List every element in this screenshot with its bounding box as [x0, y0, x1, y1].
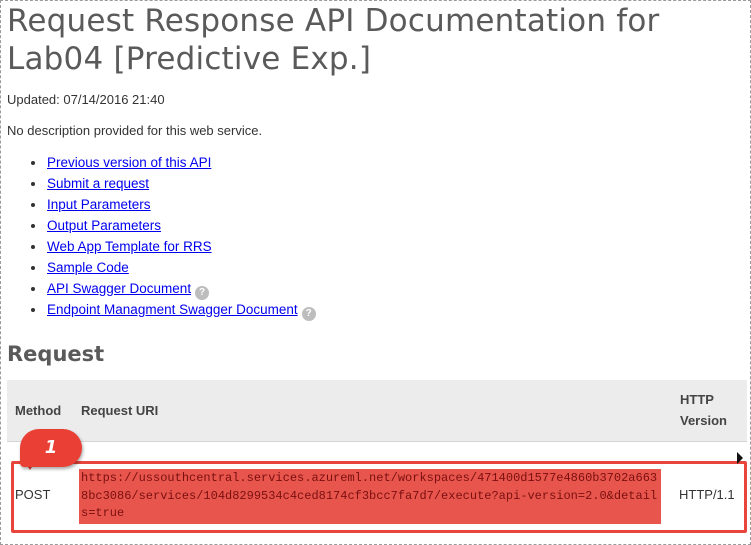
page-title: Request Response API Documentation for L… [7, 3, 660, 77]
table-header: Method Request URI HTTP Version [7, 380, 747, 442]
help-icon[interactable]: ? [195, 286, 210, 300]
link-sample-code[interactable]: Sample Code [47, 260, 129, 275]
service-description: No description provided for this web ser… [7, 123, 263, 138]
list-item: Input Parameters [31, 197, 316, 218]
link-web-app-template[interactable]: Web App Template for RRS [47, 239, 212, 254]
updated-timestamp: Updated: 07/14/2016 21:40 [7, 92, 165, 107]
header-request-uri: Request URI [81, 403, 159, 418]
link-api-swagger[interactable]: API Swagger Document [47, 281, 191, 296]
bullet-icon [31, 308, 35, 312]
link-input-parameters[interactable]: Input Parameters [47, 197, 151, 212]
bullet-icon [31, 161, 35, 165]
callout-badge: 1 [20, 429, 82, 467]
link-output-parameters[interactable]: Output Parameters [47, 218, 161, 233]
list-item: API Swagger Document? [31, 281, 316, 302]
header-method: Method [15, 403, 62, 418]
bullet-icon [31, 266, 35, 270]
link-submit-request[interactable]: Submit a request [47, 176, 149, 191]
list-item: Endpoint Managment Swagger Document? [31, 302, 316, 323]
cell-method: POST [15, 487, 51, 502]
list-item: Submit a request [31, 176, 316, 197]
bullet-icon [31, 287, 35, 291]
bullet-icon [31, 245, 35, 249]
bullet-icon [31, 224, 35, 228]
request-section-title: Request [7, 342, 105, 366]
bullet-icon [31, 203, 35, 207]
cell-http-version: HTTP/1.1 [679, 487, 735, 502]
list-item: Previous version of this API [31, 155, 316, 176]
list-item: Sample Code [31, 260, 316, 281]
header-http-version: HTTP Version [680, 392, 727, 428]
list-item: Web App Template for RRS [31, 239, 316, 260]
link-endpoint-swagger[interactable]: Endpoint Managment Swagger Document [47, 302, 298, 317]
bullet-icon [31, 182, 35, 186]
cell-request-uri[interactable]: https://ussouthcentral.services.azureml.… [79, 469, 661, 524]
help-icon[interactable]: ? [301, 307, 316, 321]
doc-links-list: Previous version of this API Submit a re… [31, 155, 316, 323]
list-item: Output Parameters [31, 218, 316, 239]
link-previous-version[interactable]: Previous version of this API [47, 155, 211, 170]
cursor-icon [737, 452, 743, 464]
request-table: Method Request URI HTTP Version POST htt… [7, 380, 747, 533]
